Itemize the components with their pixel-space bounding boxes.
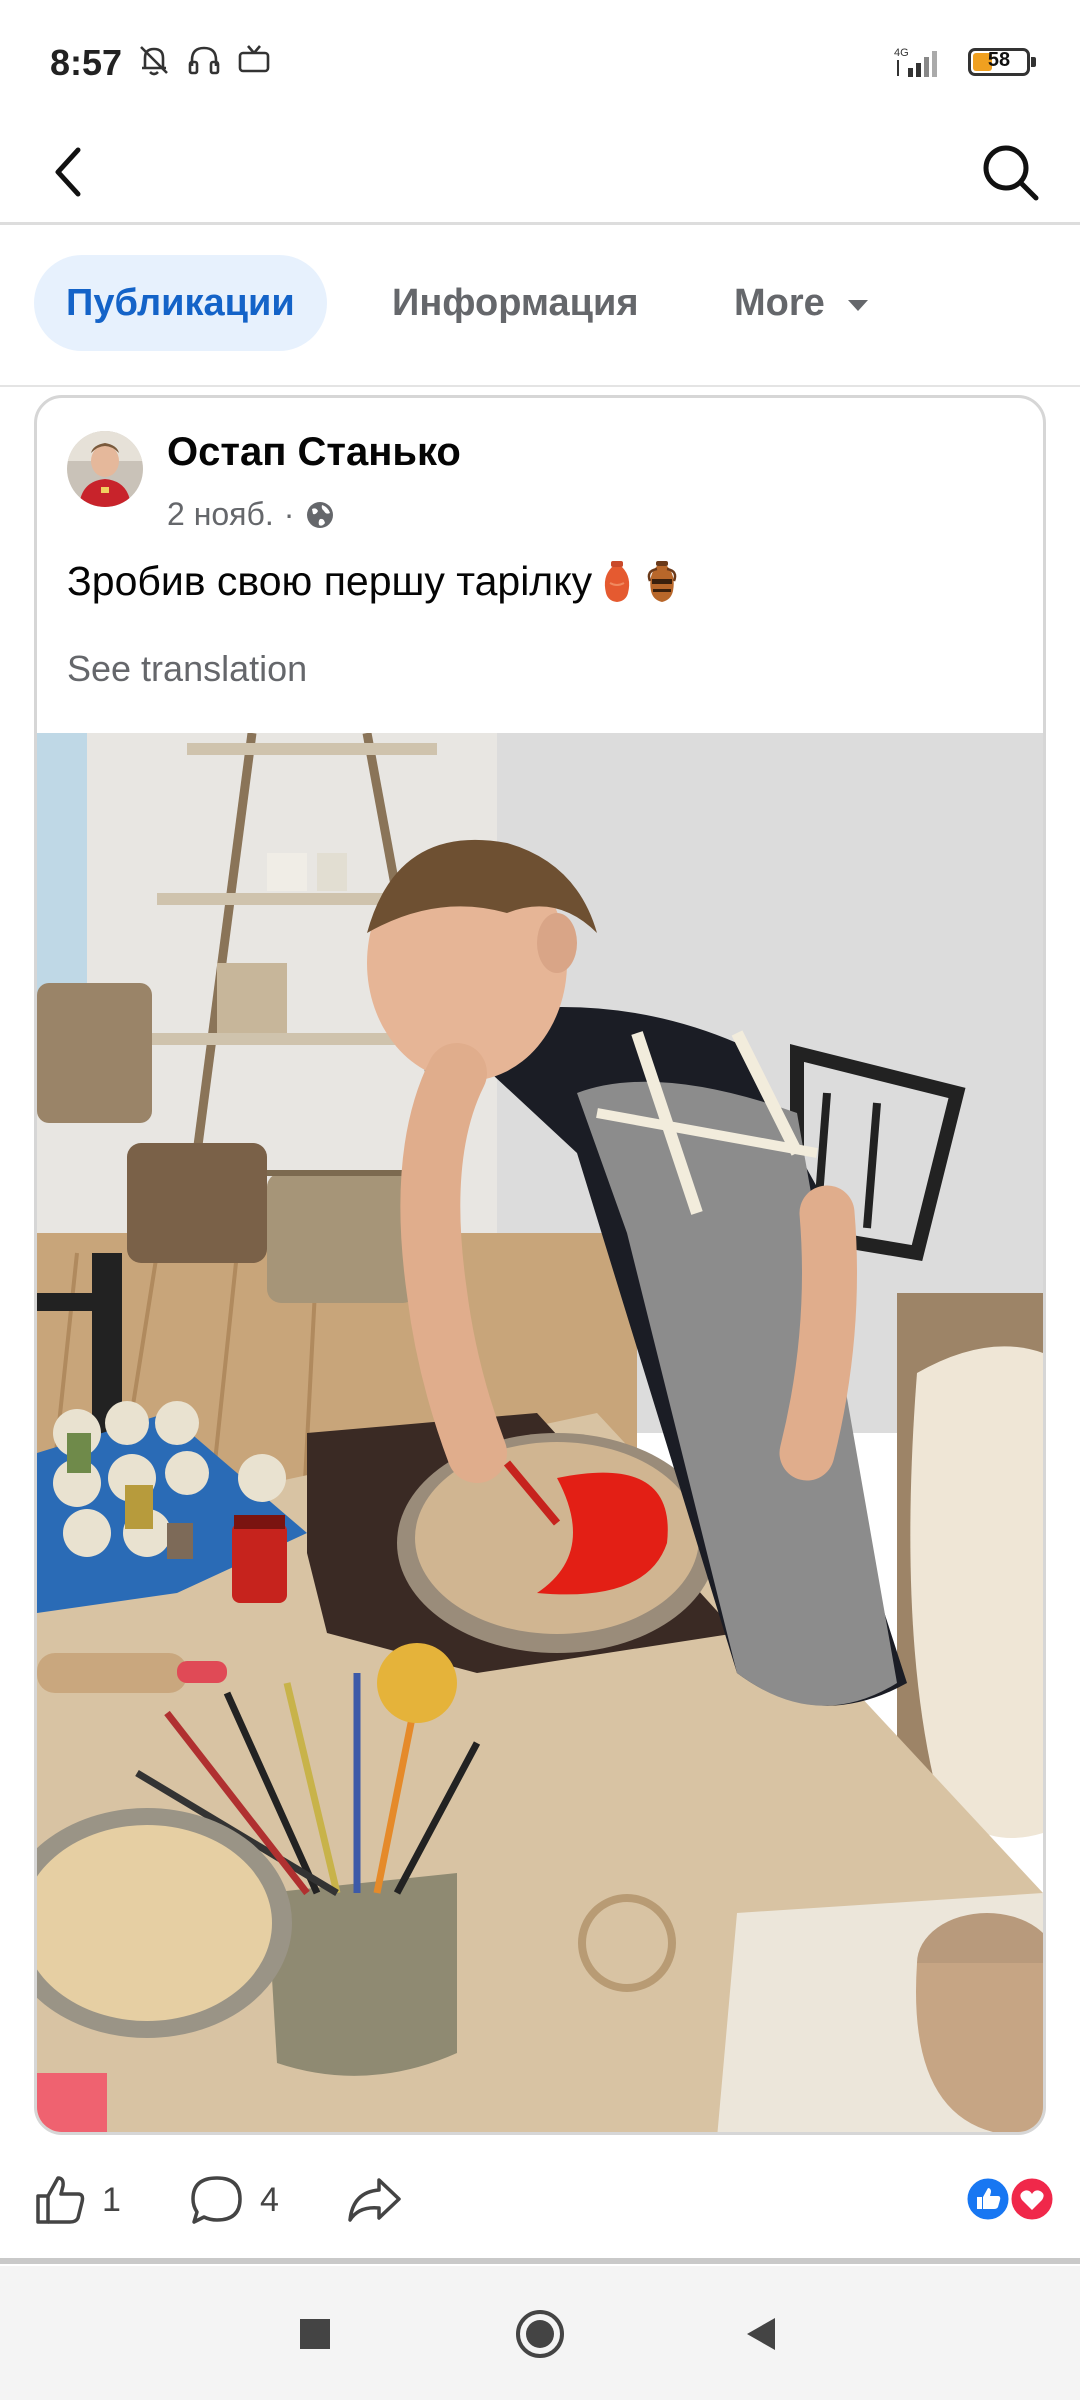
battery-level: 58 xyxy=(987,49,1011,71)
home-circle-icon[interactable] xyxy=(512,2306,568,2362)
see-translation-link[interactable]: See translation xyxy=(67,648,307,690)
tab-more[interactable]: More xyxy=(702,255,903,351)
post-actions: 1 4 xyxy=(0,2152,1080,2252)
post-photo[interactable] xyxy=(37,733,1043,2135)
meta-separator: · xyxy=(283,496,295,532)
headphones-icon xyxy=(188,46,220,75)
share-icon xyxy=(348,2178,401,2222)
avatar[interactable] xyxy=(67,431,143,507)
vase-icon xyxy=(604,560,630,602)
comment-icon xyxy=(191,2176,242,2224)
comment-count: 4 xyxy=(260,2180,279,2219)
system-nav-bar xyxy=(0,2266,1080,2400)
top-bar xyxy=(0,120,1080,225)
status-bar: 8:57 4G 58 xyxy=(0,0,1080,120)
post-author[interactable]: Остап Станько xyxy=(167,430,461,475)
bell-muted-icon xyxy=(140,46,168,76)
status-time: 8:57 xyxy=(50,42,123,83)
like-button[interactable]: 1 xyxy=(32,2172,121,2228)
status-right: 4G 58 xyxy=(892,44,1036,80)
signal-icon: 4G xyxy=(894,47,937,77)
tv-icon xyxy=(238,45,270,73)
love-reaction-icon xyxy=(1008,2175,1056,2223)
battery-indicator: 58 xyxy=(968,48,1036,76)
thumbs-up-icon xyxy=(36,2176,85,2224)
post-date[interactable]: 2 нояб. xyxy=(167,496,274,533)
reactions-summary[interactable] xyxy=(962,2174,1058,2224)
recents-square-icon[interactable] xyxy=(287,2306,343,2362)
profile-tabs: Публикации Информация More xyxy=(0,225,1080,387)
status-icons xyxy=(136,42,272,78)
share-button[interactable] xyxy=(345,2172,403,2228)
back-triangle-icon[interactable] xyxy=(733,2306,789,2362)
like-reaction-icon xyxy=(964,2175,1012,2223)
search-icon[interactable] xyxy=(970,132,1050,212)
tab-publications[interactable]: Публикации xyxy=(34,255,327,351)
globe-icon xyxy=(307,501,334,528)
tab-label: More xyxy=(734,282,825,324)
post-card: Остап Станько 2 нояб. · Зробив свою перш… xyxy=(34,395,1046,2135)
post-text: Зробив свою першу тарілку xyxy=(67,558,682,605)
feed-divider xyxy=(0,2258,1080,2264)
tab-label: Публикации xyxy=(66,282,295,324)
amphora-icon xyxy=(647,560,677,602)
tab-label: Информация xyxy=(392,282,639,324)
network-type: 4G xyxy=(894,47,909,59)
post-caption: Зробив свою першу тарілку xyxy=(67,558,593,604)
comment-button[interactable]: 4 xyxy=(188,2172,279,2228)
back-arrow-icon[interactable] xyxy=(40,132,120,212)
post-meta: 2 нояб. · xyxy=(167,496,336,533)
like-count: 1 xyxy=(102,2180,121,2219)
caret-down-icon xyxy=(848,299,869,311)
tab-information[interactable]: Информация xyxy=(360,255,671,351)
